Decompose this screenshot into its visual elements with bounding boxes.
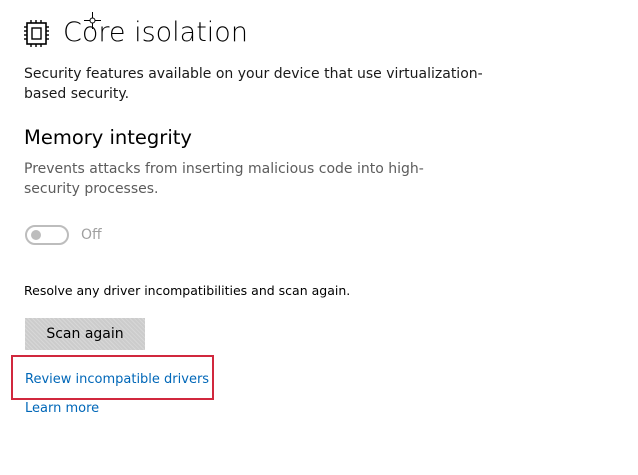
chip-icon [24, 20, 49, 47]
scan-again-button[interactable]: Scan again [25, 318, 145, 350]
page-description: Security features available on your devi… [24, 66, 483, 102]
memory-integrity-toggle-row: Off [25, 224, 102, 246]
memory-integrity-description: Prevents attacks from inserting maliciou… [24, 161, 424, 197]
resolve-instructions: Resolve any driver incompatibilities and… [24, 283, 351, 298]
crosshair-cursor-icon [84, 12, 101, 29]
memory-integrity-toggle[interactable] [25, 225, 69, 245]
toggle-knob [31, 230, 41, 240]
learn-more-link[interactable]: Learn more [25, 400, 99, 418]
page-header [24, 12, 50, 56]
toggle-state-label: Off [81, 227, 102, 243]
review-incompatible-drivers-link[interactable]: Review incompatible drivers [25, 371, 209, 389]
memory-integrity-title: Memory integrity [24, 126, 192, 149]
